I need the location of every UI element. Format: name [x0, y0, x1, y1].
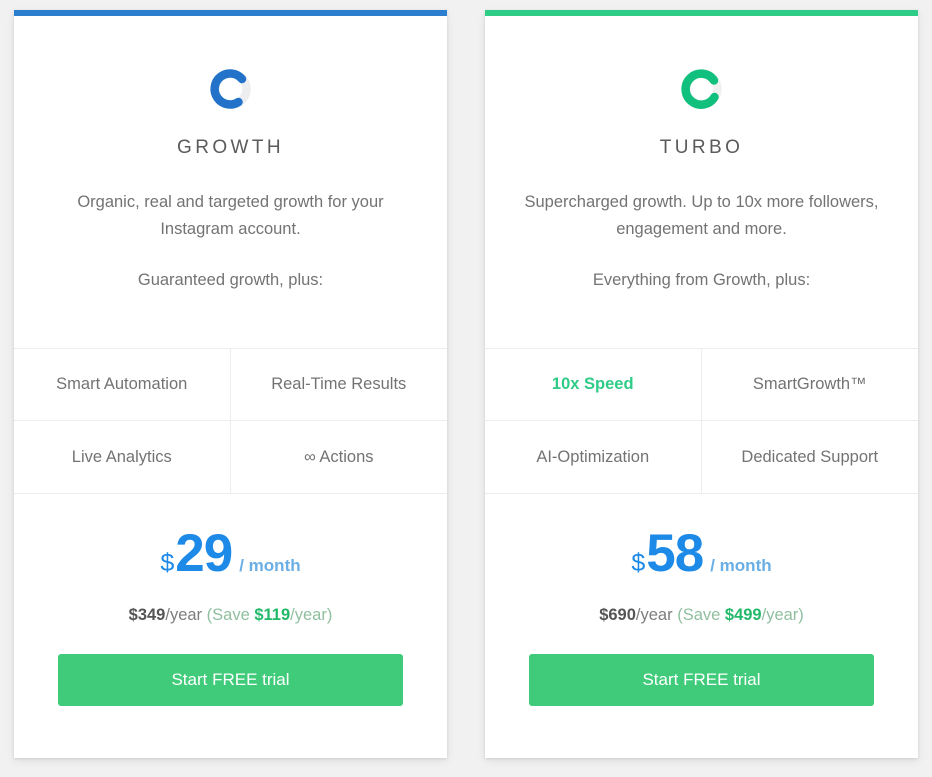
save-amount: $499: [724, 606, 762, 624]
feature-cell: Smart Automation: [14, 349, 231, 421]
plan-name-turbo: TURBO: [659, 137, 744, 158]
feature-cell: 10x Speed: [485, 349, 702, 421]
price-amount: 29: [175, 524, 233, 583]
feature-cell: Real-Time Results: [230, 349, 447, 421]
yearly-price-line: $349/year (Save $119/year): [129, 606, 333, 625]
start-free-trial-button-turbo[interactable]: Start FREE trial: [529, 654, 874, 706]
plan-description-turbo: Supercharged growth. Up to 10x more foll…: [524, 193, 879, 238]
circular-loader-icon: [679, 66, 725, 112]
pricing-plans-container: GROWTH Organic, real and targeted growth…: [0, 0, 932, 777]
feature-cell: Live Analytics: [14, 421, 231, 493]
feature-cell: Dedicated Support: [741, 447, 879, 466]
yearly-price: $349: [128, 606, 166, 624]
price-block-turbo: $ 58 / month $690/year (Save $499/year) …: [485, 494, 918, 758]
plan-tagline-growth: Guaranteed growth, plus:: [137, 271, 324, 290]
feature-cell: AI-Optimization: [485, 421, 702, 493]
price-period: / month: [710, 556, 772, 575]
save-prefix: (Save: [677, 606, 725, 624]
plan-name-growth: GROWTH: [177, 137, 284, 158]
yearly-suffix: /year: [165, 606, 203, 624]
price-period: / month: [239, 556, 301, 575]
start-free-trial-button-growth[interactable]: Start FREE trial: [58, 654, 403, 706]
price-row: $ 29 / month: [160, 527, 300, 580]
save-prefix: (Save: [206, 606, 255, 624]
plan-description-growth: Organic, real and targeted growth for yo…: [77, 193, 384, 238]
plan-header-growth: GROWTH Organic, real and targeted growth…: [14, 16, 447, 348]
circular-loader-icon: [208, 66, 254, 112]
feature-grid-turbo: 10x Speed SmartGrowth™ AI-Optimization D…: [485, 348, 918, 494]
price-amount: 58: [646, 524, 704, 583]
save-suffix: /year): [761, 606, 804, 624]
feature-cell: SmartGrowth™: [701, 349, 918, 421]
save-amount: $119: [254, 606, 291, 624]
plan-tagline-turbo: Everything from Growth, plus:: [592, 271, 811, 290]
price-block-growth: $ 29 / month $349/year (Save $119/year) …: [14, 494, 447, 758]
feature-cell: ∞ Actions: [303, 447, 374, 466]
feature-grid-growth: Smart Automation Real-Time Results Live …: [14, 348, 447, 494]
save-suffix: /year): [290, 606, 333, 624]
yearly-suffix: /year: [635, 606, 673, 624]
yearly-price-line: $690/year (Save $499/year): [599, 606, 804, 625]
plan-header-turbo: TURBO Supercharged growth. Up to 10x mor…: [485, 16, 918, 348]
plan-card-growth: GROWTH Organic, real and targeted growth…: [14, 10, 447, 758]
plan-card-turbo: TURBO Supercharged growth. Up to 10x mor…: [485, 10, 918, 758]
price-currency: $: [631, 549, 646, 577]
price-currency: $: [160, 549, 175, 577]
yearly-price: $690: [599, 606, 636, 624]
price-row: $ 58 / month: [631, 527, 771, 580]
